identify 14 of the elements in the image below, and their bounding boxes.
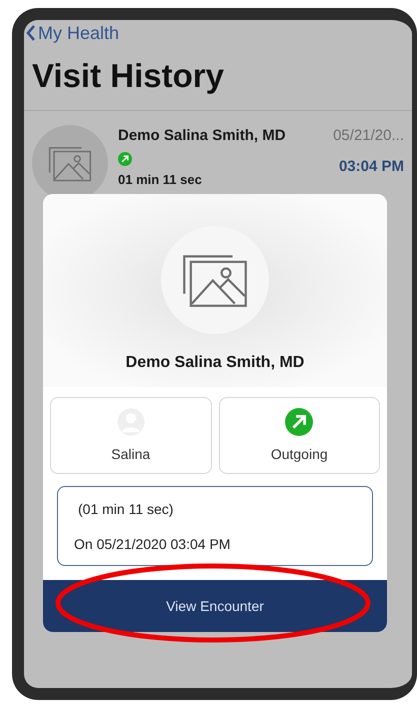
visit-time: 03:04 PM [338, 156, 404, 176]
page-title: Visit History [32, 58, 225, 94]
visit-duration: 01 min 11 sec [118, 170, 203, 188]
back-link[interactable]: My Health [26, 24, 120, 42]
call-duration: (01 min 11 sec) [78, 500, 174, 519]
call-datetime: On 05/21/2020 03:04 PM [74, 535, 232, 554]
image-icon [48, 144, 92, 182]
tile-label: Outgoing [270, 445, 328, 464]
visit-name: Demo Salina Smith, MD [118, 126, 287, 146]
back-chevron-icon [26, 24, 36, 42]
visit-date: 05/21/20... [333, 126, 404, 146]
tile-label: Salina [111, 445, 150, 464]
provider-name: Demo Salina Smith, MD [126, 353, 304, 373]
view-encounter-button[interactable]: View Encounter [43, 580, 387, 632]
